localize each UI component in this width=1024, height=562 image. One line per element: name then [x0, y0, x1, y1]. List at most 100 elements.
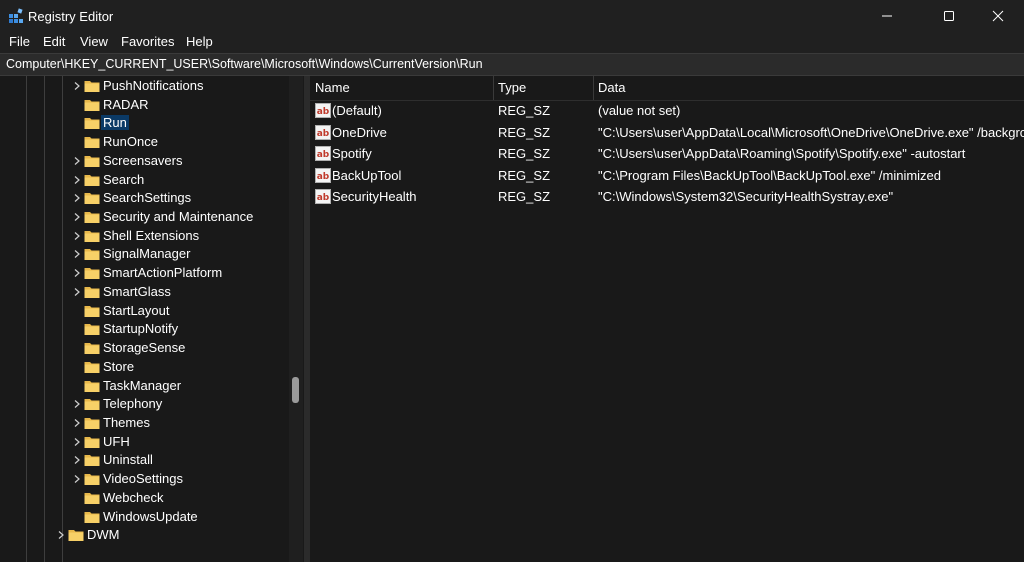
tree-item-label: StartupNotify [103, 321, 179, 337]
chevron-right-icon[interactable] [72, 287, 82, 297]
values-list[interactable]: Name Type Data ab (Default) REG_SZ (value n… [310, 76, 1024, 562]
chevron-right-icon[interactable] [72, 474, 82, 484]
value-data: "C:\Program Files\BackUpTool\BackUpTool.… [598, 167, 942, 183]
tree-item[interactable]: SmartGlass [72, 283, 304, 302]
folder-icon [84, 324, 100, 336]
tree-item[interactable]: PushNotifications [72, 77, 304, 96]
value-name: OneDrive [332, 124, 387, 140]
tree-scroll-thumb[interactable] [292, 377, 299, 403]
tree-item-label: PushNotifications [103, 78, 204, 93]
tree-item[interactable]: UFH [72, 433, 304, 452]
value-data: (value not set) [598, 103, 681, 118]
tree-item-label: SearchSettings [103, 190, 192, 206]
chevron-right-icon[interactable] [72, 437, 82, 447]
column-divider[interactable] [593, 76, 594, 100]
value-row[interactable]: ab BackUpTool REG_SZ "C:\Program Files\Back… [310, 165, 1024, 186]
tree-item[interactable]: Screensavers [72, 152, 304, 171]
tree-item-label: SignalManager [103, 246, 191, 262]
tree-item[interactable]: Telephony [72, 395, 304, 414]
tree-item-label: DWM [87, 527, 120, 543]
chevron-right-icon[interactable] [72, 418, 82, 428]
value-row[interactable]: ab (Default) REG_SZ (value not set) [310, 100, 1024, 121]
close-button[interactable] [975, 0, 1021, 32]
tree-item-label: Shell Extensions [103, 227, 200, 243]
chevron-right-icon[interactable] [56, 530, 66, 540]
tree-item[interactable]: Run [72, 114, 304, 133]
chevron-right-icon[interactable] [72, 193, 82, 203]
value-row[interactable]: ab Spotify REG_SZ "C:\Users\user\AppData\Ro… [310, 143, 1024, 164]
string-value-icon: ab [315, 124, 331, 140]
tree-item-label: UFH [103, 433, 130, 449]
tree-item[interactable]: Uninstall [72, 451, 304, 470]
title-bar: Registry Editor [0, 0, 1024, 32]
svg-text:ab: ab [317, 150, 330, 160]
column-header-type[interactable]: Type [498, 80, 526, 95]
maximize-icon [944, 11, 954, 21]
tree-item[interactable]: Shell Extensions [72, 227, 304, 246]
tree-item-label: SmartActionPlatform [103, 265, 223, 281]
menu-edit[interactable]: Edit [43, 34, 65, 49]
tree-item-label: Search [103, 171, 145, 187]
tree-item[interactable]: SearchSettings [72, 189, 304, 208]
column-divider[interactable] [493, 76, 494, 100]
value-row[interactable]: ab SecurityHealth REG_SZ "C:\Windows\System… [310, 186, 1024, 207]
menu-favorites[interactable]: Favorites [121, 34, 174, 49]
close-icon [992, 10, 1004, 22]
chevron-right-icon[interactable] [72, 231, 82, 241]
chevron-right-icon[interactable] [72, 399, 82, 409]
chevron-right-icon[interactable] [72, 268, 82, 278]
menu-file[interactable]: File [9, 34, 30, 49]
registry-icon [9, 8, 23, 23]
tree-item[interactable]: DWM [56, 526, 304, 545]
tree-item-label: Themes [103, 414, 150, 430]
key-tree[interactable]: PushNotifications RADAR Run RunOnce Screensa… [0, 76, 304, 562]
folder-icon [84, 155, 100, 167]
tree-item[interactable]: WindowsUpdate [72, 508, 304, 527]
tree-item-label: Screensavers [103, 152, 183, 168]
tree-item[interactable]: SmartActionPlatform [72, 264, 304, 283]
tree-item[interactable]: VideoSettings [72, 470, 304, 489]
tree-item[interactable]: SignalManager [72, 245, 304, 264]
address-bar[interactable]: Computer\HKEY_CURRENT_USER\Software\Micr… [0, 53, 1024, 76]
address-path[interactable]: Computer\HKEY_CURRENT_USER\Software\Micr… [6, 57, 483, 71]
minimize-button[interactable] [864, 0, 910, 32]
maximize-button[interactable] [926, 0, 972, 32]
tree-item-label: Webcheck [103, 489, 164, 505]
chevron-right-icon[interactable] [72, 175, 82, 185]
value-name: (Default) [332, 103, 382, 118]
tree-item[interactable]: Webcheck [72, 489, 304, 508]
chevron-right-icon[interactable] [72, 81, 82, 91]
tree-item[interactable]: Search [72, 171, 304, 190]
chevron-right-icon[interactable] [72, 212, 82, 222]
tree-item[interactable]: RADAR [72, 96, 304, 115]
folder-icon [84, 230, 100, 242]
menu-bar: File Edit View Favorites Help [0, 32, 1024, 52]
folder-icon [84, 193, 100, 205]
tree-item[interactable]: RunOnce [72, 133, 304, 152]
menu-help[interactable]: Help [186, 34, 213, 49]
folder-icon [84, 361, 100, 373]
folder-icon [84, 455, 100, 467]
column-header-name[interactable]: Name [315, 80, 350, 95]
tree-item[interactable]: StartupNotify [72, 320, 304, 339]
tree-item[interactable]: StorageSense [72, 339, 304, 358]
tree-item[interactable]: TaskManager [72, 377, 304, 396]
folder-icon [84, 492, 100, 504]
tree-guide-line [26, 76, 27, 562]
value-type: REG_SZ [498, 167, 551, 183]
column-header-data[interactable]: Data [598, 80, 625, 95]
tree-item-label: StartLayout [103, 302, 170, 318]
folder-icon [84, 286, 100, 298]
tree-item[interactable]: Security and Maintenance [72, 208, 304, 227]
chevron-right-icon[interactable] [72, 156, 82, 166]
chevron-right-icon[interactable] [72, 249, 82, 259]
value-row[interactable]: ab OneDrive REG_SZ "C:\Users\user\AppData\L… [310, 122, 1024, 143]
menu-view[interactable]: View [80, 34, 108, 49]
tree-item[interactable]: Themes [72, 414, 304, 433]
chevron-right-icon[interactable] [72, 455, 82, 465]
tree-scrollbar[interactable] [289, 76, 303, 562]
tree-item-label: Run [101, 115, 129, 131]
folder-icon [84, 436, 100, 448]
tree-item[interactable]: StartLayout [72, 302, 304, 321]
tree-item[interactable]: Store [72, 358, 304, 377]
